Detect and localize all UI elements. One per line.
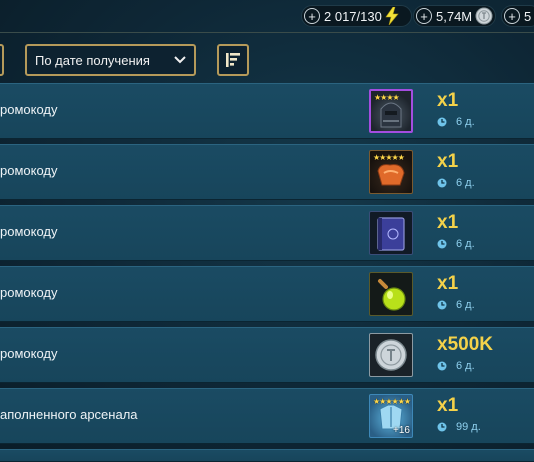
legendary-armor-icon: ★★★★★★ +16: [369, 394, 413, 438]
silver-coin-icon: [475, 7, 493, 25]
rarity-stars: ★★★★★★: [373, 397, 411, 406]
reward-quantity: x1: [437, 212, 459, 233]
back-button[interactable]: [0, 44, 4, 76]
reward-quantity: x1: [437, 151, 459, 172]
reward-row[interactable]: ромокоду x1 6 д.: [0, 266, 534, 322]
reward-quantity: x1: [437, 90, 459, 111]
rarity-stars: ★★★★: [374, 93, 400, 102]
reward-row[interactable]: ромокоду x500K 6 д.: [0, 327, 534, 383]
reward-row[interactable]: аполненного арсенала ★★★★★★ +16 x1 99 д.: [0, 388, 534, 444]
reward-quantity: x1: [437, 395, 459, 416]
energy-counter[interactable]: + 2 017/130: [301, 5, 412, 27]
expiry-time: 6 д.: [437, 116, 475, 128]
lightning-icon: [385, 7, 399, 25]
expiry-time: 6 д.: [437, 299, 475, 311]
expiry-time-value: 99 д.: [456, 421, 481, 433]
rarity-stars: ★★★★★: [373, 153, 405, 162]
epic-artifact-helmet-icon: ★★★★: [369, 89, 413, 133]
expiry-time: 6 д.: [437, 177, 475, 189]
sort-dropdown[interactable]: По дате получения: [25, 44, 196, 76]
expiry-time: 6 д.: [437, 238, 475, 250]
reward-row[interactable]: [0, 449, 534, 462]
orange-gauntlet-icon: ★★★★★: [369, 150, 413, 194]
sort-filter-button[interactable]: [217, 44, 249, 76]
add-silver-icon[interactable]: +: [416, 8, 432, 24]
clock-icon: [437, 361, 447, 371]
skill-tome-icon: [369, 211, 413, 255]
clock-icon: [437, 239, 447, 249]
energy-value: 2 017/130: [324, 8, 382, 24]
gems-value: 5: [524, 8, 532, 24]
expiry-time-value: 6 д.: [456, 238, 475, 250]
expiry-time-value: 6 д.: [456, 177, 475, 189]
sort-label: По дате получения: [35, 52, 150, 68]
reward-source: ромокоду: [0, 163, 58, 178]
reward-row[interactable]: ромокоду ★★★★ x1 6 д.: [0, 83, 534, 139]
clock-icon: [437, 178, 447, 188]
reward-source: ромокоду: [0, 285, 58, 300]
expiry-time-value: 6 д.: [456, 360, 475, 372]
reward-source: аполненного арсенала: [0, 407, 138, 422]
gems-counter[interactable]: + 5: [501, 5, 534, 27]
reward-source: ромокоду: [0, 102, 58, 117]
expiry-time: 6 д.: [437, 360, 475, 372]
reward-source: ромокоду: [0, 224, 58, 239]
expiry-time-value: 6 д.: [456, 299, 475, 311]
silver-value: 5,74M: [436, 8, 473, 24]
expiry-time: 99 д.: [437, 421, 481, 433]
add-energy-icon[interactable]: +: [304, 8, 320, 24]
reward-source: ромокоду: [0, 346, 58, 361]
reward-quantity: x500K: [437, 334, 493, 355]
reward-quantity: x1: [437, 273, 459, 294]
reward-row[interactable]: ромокоду ★★★★★ x1 6 д.: [0, 144, 534, 200]
xp-potion-icon: [369, 272, 413, 316]
clock-icon: [437, 300, 447, 310]
chevron-down-icon: [174, 56, 186, 64]
upgrade-level-badge: +16: [393, 425, 410, 436]
clock-icon: [437, 117, 447, 127]
add-gems-icon[interactable]: +: [504, 8, 520, 24]
reward-row[interactable]: ромокоду x1 6 д.: [0, 205, 534, 261]
expiry-time-value: 6 д.: [456, 116, 475, 128]
clock-icon: [437, 422, 447, 432]
silver-coin-icon: [369, 333, 413, 377]
header-divider: [0, 32, 534, 33]
resource-bar: + 2 017/130 + 5,74M + 5: [0, 0, 534, 32]
sort-filter-icon: [226, 53, 240, 67]
silver-counter[interactable]: + 5,74M: [413, 5, 496, 27]
